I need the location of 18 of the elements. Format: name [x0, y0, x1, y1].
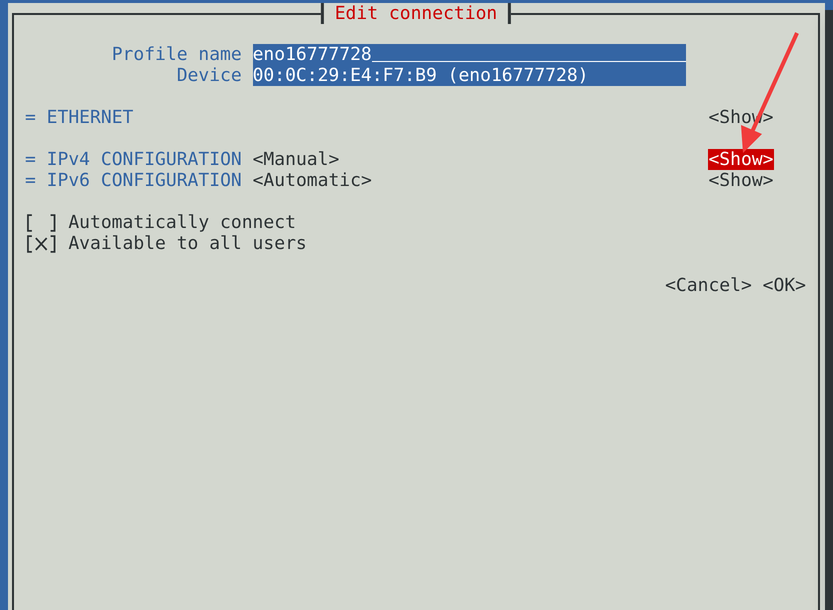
input-field[interactable]: eno16777728 — [252, 44, 686, 65]
section-heading: = IPv6 CONFIGURATION — [25, 170, 242, 191]
dialog-button[interactable]: <OK> — [762, 275, 806, 296]
option-label: Automatically connect — [68, 212, 296, 233]
show-button[interactable]: <Show> — [708, 149, 774, 170]
checkbox[interactable] — [25, 233, 58, 254]
section-heading: = ETHERNET — [25, 107, 134, 128]
field-label: Device — [176, 65, 242, 86]
dialog-button[interactable]: <Cancel> — [665, 275, 752, 296]
dialog-title: Edit connection — [320, 3, 512, 24]
mode-button[interactable]: <Manual> — [252, 149, 340, 170]
section-heading: = IPv4 CONFIGURATION — [25, 149, 242, 170]
field-label: Profile name — [110, 44, 242, 65]
mode-button[interactable]: <Automatic> — [252, 170, 372, 191]
checkbox[interactable] — [25, 212, 58, 233]
field-value: 00:0C:29:E4:F7:B9 (eno16777728) — [252, 65, 686, 86]
option-label: Available to all users — [68, 233, 307, 254]
show-button[interactable]: <Show> — [708, 170, 774, 191]
